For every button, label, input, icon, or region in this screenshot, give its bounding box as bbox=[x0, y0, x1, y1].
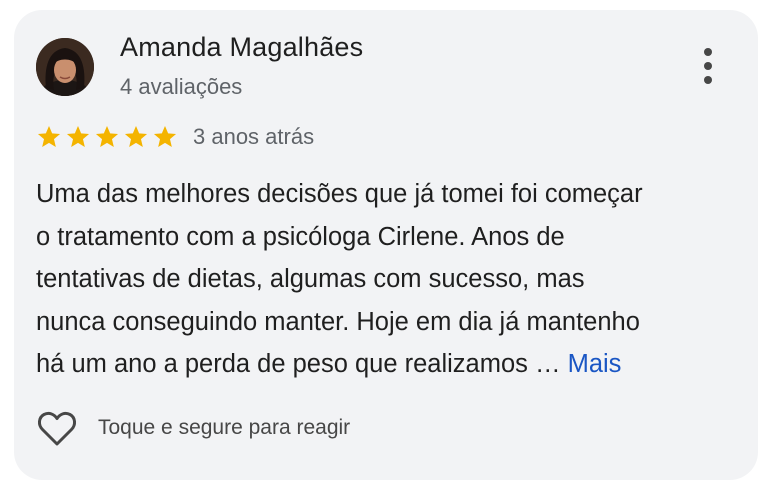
review-text-line: o tratamento com a psicóloga Cirlene. An… bbox=[36, 222, 565, 251]
profile-photo bbox=[36, 38, 94, 96]
star-rating bbox=[36, 124, 181, 150]
more-vert-icon bbox=[704, 48, 712, 56]
star-icon bbox=[124, 125, 148, 147]
react-label: Toque e segure para reagir bbox=[98, 416, 351, 439]
rating-row: 3 anos atrás bbox=[36, 120, 314, 154]
author-review-count: 4 avaliações bbox=[120, 74, 243, 99]
review-text-line: nunca conseguindo manter. Hoje em dia já… bbox=[36, 307, 640, 336]
author-name[interactable]: Amanda Magalhães bbox=[120, 32, 363, 63]
more-link[interactable]: Mais bbox=[561, 350, 622, 378]
star-icon bbox=[66, 125, 90, 147]
react-button[interactable]: Toque e segure para reagir bbox=[36, 408, 350, 448]
star-icon bbox=[37, 125, 61, 147]
review-text-line: tentativas de dietas, algumas com sucess… bbox=[36, 265, 585, 293]
star-icon bbox=[95, 125, 119, 147]
review-date: 3 anos atrás bbox=[193, 124, 315, 149]
review-text-line-last: há um ano a perda de peso que realizamos… bbox=[36, 343, 736, 386]
review-card: Amanda Magalhães 4 avaliações 3 anos atr… bbox=[14, 10, 758, 480]
review-text: Uma das melhores decisões que já tomei f… bbox=[36, 173, 736, 386]
review-text-line: há um ano a perda de peso que realizamos… bbox=[36, 350, 561, 378]
author-avatar[interactable] bbox=[36, 38, 94, 96]
heart-outline-icon bbox=[38, 411, 76, 446]
more-options-button[interactable] bbox=[694, 44, 722, 88]
review-text-line: Uma das melhores decisões que já tomei f… bbox=[36, 180, 643, 208]
star-icon bbox=[153, 125, 177, 147]
